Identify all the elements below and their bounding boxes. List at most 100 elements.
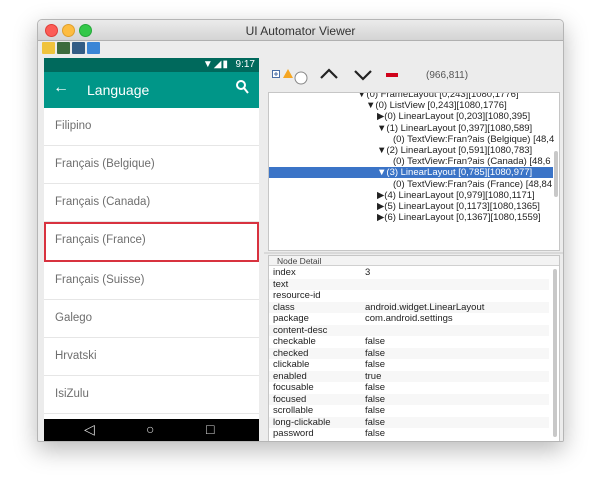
hierarchy-tree[interactable]: ▼(0) FrameLayout [0,243][1080,1776] ▼(0) … bbox=[268, 92, 560, 251]
property-value: false bbox=[365, 393, 386, 405]
property-key: focused bbox=[273, 393, 307, 405]
property-row[interactable]: enabled true bbox=[269, 370, 549, 382]
property-value: false bbox=[365, 359, 386, 370]
tree-toolbar: (966,811) bbox=[264, 58, 563, 92]
tree-node[interactable]: (0) TextView:Fran?ais (Belgique) [48,4 bbox=[393, 134, 554, 145]
property-row[interactable]: clickable false bbox=[269, 359, 549, 370]
property-key: text bbox=[273, 278, 289, 290]
language-item[interactable]: Filipino bbox=[44, 108, 259, 146]
property-key: password bbox=[273, 428, 314, 439]
app-window: UI Automator Viewer ▼◢▮ 9:17 ← Language … bbox=[37, 19, 564, 442]
language-item[interactable]: Français (Canada) bbox=[44, 184, 259, 222]
property-row[interactable]: class android.widget.LinearLayout bbox=[269, 301, 549, 313]
nav-recents-icon[interactable]: □ bbox=[206, 421, 214, 437]
warning-icon[interactable] bbox=[283, 69, 293, 78]
tree-node[interactable]: ▼(2) LinearLayout [0,591][1080,783] bbox=[377, 145, 532, 156]
property-key: long-clickable bbox=[273, 416, 331, 428]
status-bar: ▼◢▮ 9:17 bbox=[44, 58, 259, 72]
property-value: false bbox=[365, 382, 386, 393]
property-key: focusable bbox=[273, 382, 314, 393]
property-value: com.android.settings bbox=[365, 313, 453, 324]
language-item[interactable]: Français (Belgique) bbox=[44, 146, 259, 184]
property-row[interactable]: focusable false bbox=[269, 382, 549, 393]
property-row[interactable]: package com.android.settings bbox=[269, 313, 549, 324]
tree-node[interactable]: ▶(0) LinearLayout [0,203][1080,395] bbox=[377, 111, 530, 122]
property-value: false bbox=[365, 336, 386, 347]
back-arrow-icon[interactable]: ← bbox=[53, 79, 69, 97]
node-detail-panel: Node Detail index 3 text resource-id class an… bbox=[268, 255, 560, 441]
language-label: IsiZulu bbox=[55, 388, 89, 400]
cursor-coordinates: (966,811) bbox=[426, 70, 469, 81]
property-row[interactable]: index 3 bbox=[269, 267, 549, 278]
language-item-selected[interactable]: Français (France) bbox=[44, 222, 259, 262]
property-row[interactable]: resource-id bbox=[269, 290, 549, 301]
title-bar: UI Automator Viewer bbox=[38, 20, 563, 41]
expand-all-icon[interactable] bbox=[272, 70, 280, 78]
chevron-down-icon[interactable] bbox=[353, 69, 373, 81]
status-time: 9:17 bbox=[235, 59, 255, 70]
node-detail-header: Node Detail bbox=[269, 256, 559, 266]
language-label: Galego bbox=[55, 312, 93, 324]
property-row[interactable]: checkable false bbox=[269, 336, 549, 347]
property-value: false bbox=[365, 428, 386, 439]
language-label: Hrvatski bbox=[55, 350, 97, 362]
property-row[interactable]: content-desc bbox=[269, 324, 549, 336]
tree-node[interactable]: ▶(5) LinearLayout [0,1173][1080,1365] bbox=[377, 201, 540, 212]
language-label: Français (Suisse) bbox=[55, 274, 145, 286]
app-bar: ← Language bbox=[44, 72, 259, 108]
property-key: scrollable bbox=[273, 405, 314, 416]
save-icon[interactable] bbox=[87, 42, 100, 54]
tree-node-selected[interactable]: ▼(3) LinearLayout [0,785][1080,977] bbox=[269, 167, 553, 179]
property-row[interactable]: focused false bbox=[269, 393, 549, 405]
page-title: Language bbox=[87, 82, 150, 98]
open-folder-icon[interactable] bbox=[42, 42, 55, 54]
tree-node[interactable]: ▼(1) LinearLayout [0,397][1080,589] bbox=[377, 123, 532, 134]
property-row[interactable]: scrollable false bbox=[269, 405, 549, 416]
toolbar bbox=[38, 41, 563, 57]
search-icon[interactable] bbox=[235, 79, 249, 95]
tree-scrollbar[interactable] bbox=[554, 151, 558, 197]
property-key: enabled bbox=[273, 370, 307, 382]
navigation-bar: ◁ ○ □ bbox=[44, 419, 259, 441]
nav-home-icon[interactable]: ○ bbox=[146, 421, 154, 437]
chevron-up-icon[interactable] bbox=[319, 68, 339, 80]
property-key: content-desc bbox=[273, 324, 328, 336]
property-key: clickable bbox=[273, 359, 310, 370]
nav-back-icon[interactable]: ◁ bbox=[84, 421, 95, 438]
window-title: UI Automator Viewer bbox=[245, 24, 356, 38]
property-value: 3 bbox=[365, 267, 371, 278]
tree-node[interactable]: (0) TextView:Fran?ais (Canada) [48,6 bbox=[393, 156, 551, 167]
language-item[interactable]: Hrvatski bbox=[44, 338, 259, 376]
property-value: false bbox=[365, 405, 386, 416]
language-label: Français (Belgique) bbox=[55, 158, 155, 170]
tree-node[interactable]: (0) TextView:Fran?ais (France) [48,84 bbox=[393, 179, 552, 190]
property-row[interactable]: text bbox=[269, 278, 549, 290]
property-key: package bbox=[273, 313, 309, 324]
tree-node[interactable]: ▶(6) LinearLayout [0,1367][1080,1559] bbox=[377, 212, 541, 223]
property-value: true bbox=[365, 370, 382, 382]
tree-node[interactable]: ▼(0) ListView [0,243][1080,1776] bbox=[366, 100, 507, 111]
tree-node[interactable]: ▶(4) LinearLayout [0,979][1080,1171] bbox=[377, 190, 535, 201]
language-item[interactable]: IsiZulu bbox=[44, 376, 259, 414]
property-row[interactable]: password false bbox=[269, 428, 549, 439]
minus-icon[interactable] bbox=[386, 73, 398, 77]
language-item[interactable]: Galego bbox=[44, 300, 259, 338]
property-key: checked bbox=[273, 347, 309, 359]
property-key: index bbox=[273, 267, 296, 278]
property-key: resource-id bbox=[273, 290, 321, 301]
property-key: checkable bbox=[273, 336, 316, 347]
node-detail-scrollbar[interactable] bbox=[553, 269, 557, 437]
property-row[interactable]: checked false bbox=[269, 347, 549, 359]
device-screenshot-icon[interactable] bbox=[57, 42, 70, 54]
language-label: Filipino bbox=[55, 120, 92, 132]
inspector-panel: (966,811) ▼(0) FrameLayout [0,243][1080,… bbox=[264, 58, 563, 441]
toggle-nodes-icon[interactable] bbox=[294, 71, 308, 85]
property-value: false bbox=[365, 347, 386, 359]
status-icons: ▼◢▮ bbox=[202, 59, 229, 70]
panel-divider[interactable] bbox=[264, 252, 563, 254]
language-item[interactable]: Français (Suisse) bbox=[44, 262, 259, 300]
tree-node[interactable]: ▼(0) FrameLayout [0,243][1080,1776] bbox=[357, 93, 519, 100]
device-screenshot[interactable]: ▼◢▮ 9:17 ← Language Filipino Français (B… bbox=[44, 58, 259, 441]
device-screenshot-compressed-icon[interactable] bbox=[72, 42, 85, 54]
property-row[interactable]: long-clickable false bbox=[269, 416, 549, 428]
